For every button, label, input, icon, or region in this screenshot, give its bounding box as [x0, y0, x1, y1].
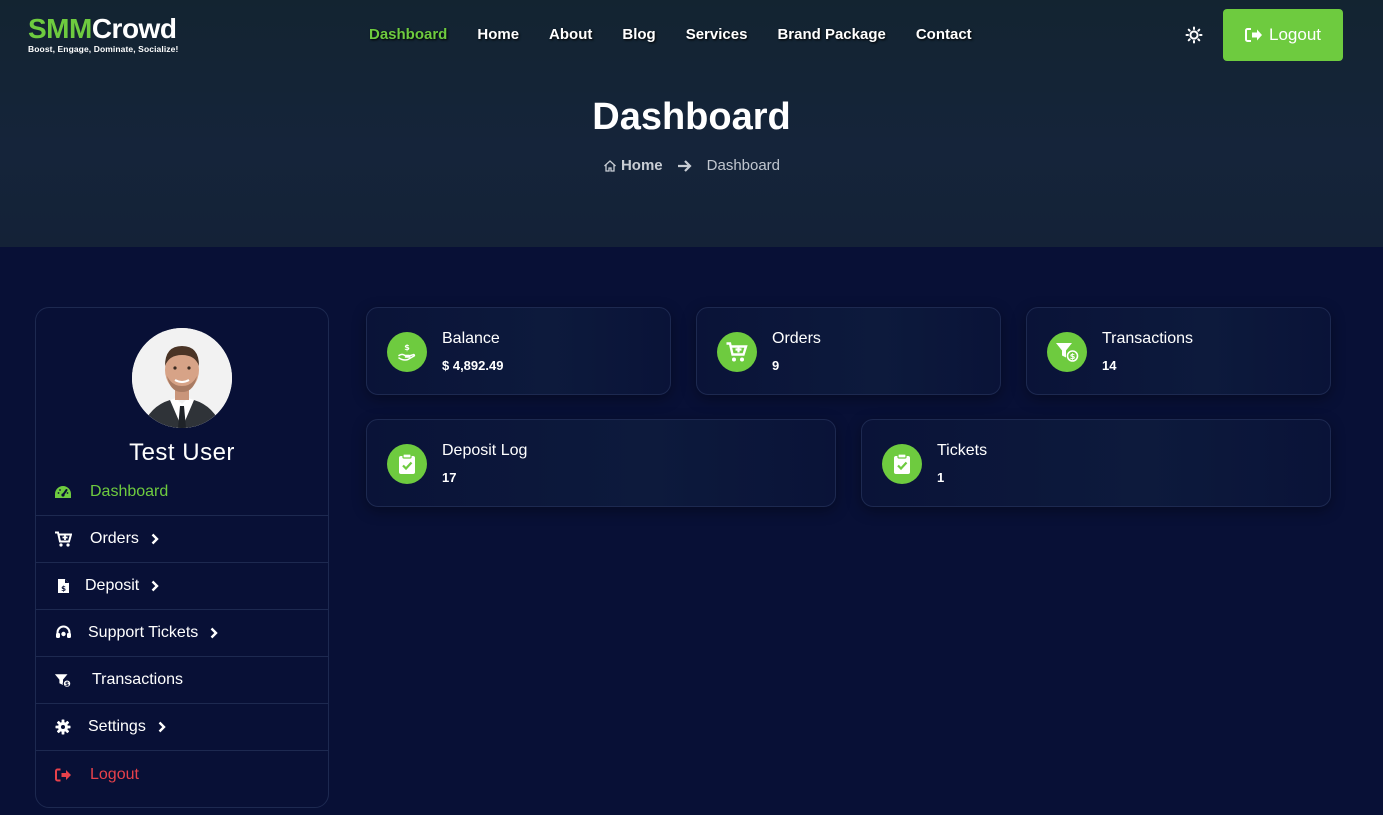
- svg-text:$: $: [65, 681, 69, 687]
- stat-value: $ 4,892.49: [442, 358, 504, 373]
- clipboard-check-icon: [387, 444, 427, 484]
- logo-crowd: Crowd: [91, 13, 177, 44]
- headset-icon: [54, 624, 72, 642]
- home-icon: [604, 159, 616, 172]
- logo-wordmark: SMMCrowd: [28, 14, 178, 44]
- breadcrumb: Home Dashboard: [0, 157, 1383, 174]
- page-title: Dashboard: [592, 96, 791, 138]
- nav-blog[interactable]: Blog: [622, 26, 655, 43]
- avatar: [132, 328, 232, 428]
- sidebar-item-label: Dashboard: [90, 483, 169, 500]
- sidebar-item-deposit[interactable]: $ Deposit: [36, 563, 328, 610]
- arrow-right-icon: [677, 159, 693, 173]
- site-logo[interactable]: SMMCrowd Boost, Engage, Dominate, Social…: [28, 14, 179, 55]
- stat-label: Tickets: [937, 442, 988, 459]
- logo-tagline: Boost, Engage, Dominate, Socialize!: [28, 44, 179, 54]
- sidebar-item-label: Settings: [88, 718, 146, 735]
- header-logout-button[interactable]: Logout: [1223, 9, 1343, 61]
- cart-plus-icon: [717, 332, 757, 372]
- sidebar-item-label: Support Tickets: [88, 624, 199, 641]
- theme-toggle-button[interactable]: [1185, 26, 1203, 44]
- invoice-icon: $: [54, 577, 72, 595]
- stat-label: Transactions: [1102, 330, 1193, 347]
- sidebar-item-transactions[interactable]: $ Transactions: [36, 657, 328, 704]
- clipboard-check-icon: [882, 444, 922, 484]
- gauge-icon: [54, 483, 72, 501]
- sidebar-item-logout[interactable]: Logout: [36, 751, 328, 798]
- stat-value: 14: [1102, 358, 1117, 373]
- cart-icon: [54, 530, 72, 548]
- stat-card-tickets[interactable]: Tickets 1: [861, 419, 1331, 507]
- stat-label: Deposit Log: [442, 442, 528, 459]
- sidebar-item-label: Logout: [90, 765, 139, 783]
- stat-card-transactions[interactable]: $ Transactions 14: [1026, 307, 1331, 395]
- nav-about[interactable]: About: [549, 26, 592, 43]
- sidebar-item-dashboard[interactable]: Dashboard: [36, 469, 328, 516]
- user-sidebar: Test User Dashboard Orders $ Deposit Sup…: [35, 307, 329, 808]
- stat-label: Orders: [772, 330, 821, 347]
- hero-header: SMMCrowd Boost, Engage, Dominate, Social…: [0, 0, 1383, 247]
- chevron-right-icon: [158, 721, 166, 733]
- chevron-right-icon: [210, 627, 218, 639]
- breadcrumb-home-label: Home: [620, 157, 663, 174]
- stat-value: 17: [442, 470, 457, 485]
- breadcrumb-current: Dashboard: [706, 157, 781, 174]
- stat-card-balance[interactable]: $ Balance $ 4,892.49: [366, 307, 671, 395]
- sidebar-item-settings[interactable]: Settings: [36, 704, 328, 751]
- nav-services[interactable]: Services: [686, 26, 748, 43]
- stat-label: Balance: [442, 330, 500, 347]
- svg-text:$: $: [61, 585, 66, 593]
- sidebar-menu: Dashboard Orders $ Deposit Support Ticke…: [36, 469, 328, 798]
- filter-dollar-icon: $: [54, 671, 72, 689]
- stat-value: 1: [937, 470, 945, 485]
- sidebar-item-orders[interactable]: Orders: [36, 516, 328, 563]
- chevron-right-icon: [151, 533, 159, 545]
- nav-home[interactable]: Home: [477, 26, 519, 43]
- user-name: Test User: [129, 439, 235, 466]
- svg-text:$: $: [404, 343, 410, 352]
- hand-dollar-icon: $: [387, 332, 427, 372]
- sidebar-item-label: Transactions: [92, 671, 183, 688]
- breadcrumb-home[interactable]: Home: [603, 157, 663, 174]
- nav-brand-package[interactable]: Brand Package: [777, 26, 885, 43]
- stat-card-orders[interactable]: Orders 9: [696, 307, 1001, 395]
- sidebar-item-label: Orders: [90, 530, 139, 547]
- logo-smm: SMM: [28, 13, 92, 44]
- nav-dashboard[interactable]: Dashboard: [369, 26, 447, 43]
- sidebar-item-support-tickets[interactable]: Support Tickets: [36, 610, 328, 657]
- logout-icon: [54, 766, 72, 784]
- stat-value: 9: [772, 358, 780, 373]
- gear-icon: [54, 718, 72, 736]
- svg-text:$: $: [1070, 352, 1076, 361]
- main-nav: Dashboard Home About Blog Services Brand…: [369, 26, 1002, 43]
- stat-card-deposit-log[interactable]: Deposit Log 17: [366, 419, 836, 507]
- chevron-right-icon: [151, 580, 159, 592]
- sidebar-item-label: Deposit: [85, 577, 140, 594]
- header-logout-label: Logout: [1269, 25, 1321, 44]
- filter-dollar-icon: $: [1047, 332, 1087, 372]
- logout-icon: [1245, 28, 1262, 42]
- nav-contact[interactable]: Contact: [916, 26, 972, 43]
- sun-icon: [1185, 26, 1203, 44]
